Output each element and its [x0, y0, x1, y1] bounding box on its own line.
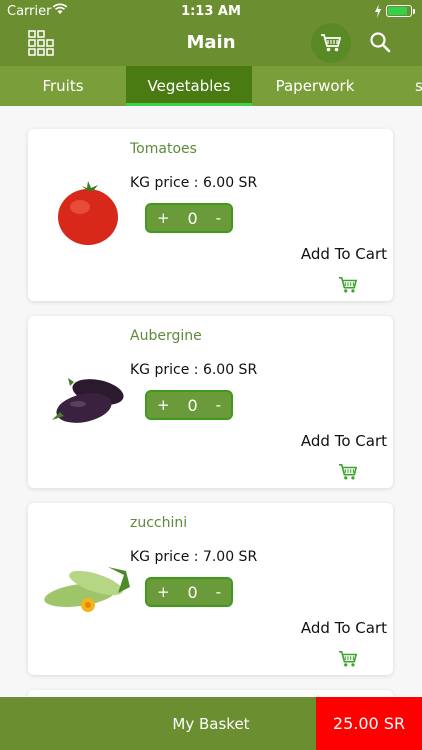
zucchini-image: [44, 567, 130, 612]
status-time: 1:13 AM: [181, 4, 241, 19]
tab-fruits[interactable]: Fruits: [0, 66, 126, 106]
quantity-value: 0: [187, 395, 198, 415]
increment-button[interactable]: +: [157, 209, 170, 227]
tab-paperwork[interactable]: Paperwork: [252, 66, 378, 106]
quantity-value: 0: [187, 208, 198, 228]
quantity-stepper: + 0 -: [145, 390, 233, 420]
decrement-button[interactable]: -: [216, 209, 221, 227]
page-title: Main: [186, 32, 236, 53]
decrement-button[interactable]: -: [216, 583, 221, 601]
increment-button[interactable]: +: [157, 583, 170, 601]
product-name: Tomatoes: [130, 141, 197, 157]
product-name: Aubergine: [130, 328, 202, 344]
cart-icon: [321, 34, 342, 52]
tab-partial[interactable]: s: [415, 66, 422, 106]
product-list[interactable]: Tomatoes KG price : 6.00 SR + 0 - Add To…: [0, 106, 422, 710]
aubergine-image: [52, 378, 124, 423]
add-cart-icon[interactable]: [338, 276, 358, 294]
add-cart-icon[interactable]: [338, 650, 358, 668]
battery-icon: [386, 5, 415, 17]
add-cart-icon[interactable]: [338, 463, 358, 481]
search-icon[interactable]: [369, 31, 391, 53]
product-price: KG price : 7.00 SR: [130, 549, 258, 565]
product-card: Tomatoes KG price : 6.00 SR + 0 - Add To…: [28, 129, 393, 301]
add-to-cart-label[interactable]: Add To Cart: [301, 432, 387, 450]
quantity-value: 0: [187, 582, 198, 602]
decrement-button[interactable]: -: [216, 396, 221, 414]
product-price: KG price : 6.00 SR: [130, 362, 258, 378]
basket-total[interactable]: 25.00 SR: [316, 697, 422, 750]
my-basket-button[interactable]: My Basket: [0, 697, 316, 750]
product-card: zucchini KG price : 7.00 SR + 0 - Add To…: [28, 503, 393, 675]
tab-vegetables[interactable]: Vegetables: [126, 66, 252, 106]
cart-button[interactable]: [311, 23, 351, 63]
quantity-stepper: + 0 -: [145, 577, 233, 607]
charging-icon: [375, 4, 381, 18]
top-bar: Carrier 1:13 AM Main: [0, 0, 422, 66]
category-tabs: Fruits Vegetables Paperwork s: [0, 66, 422, 106]
increment-button[interactable]: +: [157, 396, 170, 414]
quantity-stepper: + 0 -: [145, 203, 233, 233]
product-name: zucchini: [130, 515, 188, 531]
add-to-cart-label[interactable]: Add To Cart: [301, 245, 387, 263]
product-card: Aubergine KG price : 6.00 SR + 0 - Add T…: [28, 316, 393, 488]
add-to-cart-label[interactable]: Add To Cart: [301, 619, 387, 637]
product-price: KG price : 6.00 SR: [130, 175, 258, 191]
basket-label: My Basket: [172, 714, 250, 733]
status-bar: Carrier 1:13 AM: [0, 0, 422, 22]
tomato-image: [58, 181, 118, 245]
